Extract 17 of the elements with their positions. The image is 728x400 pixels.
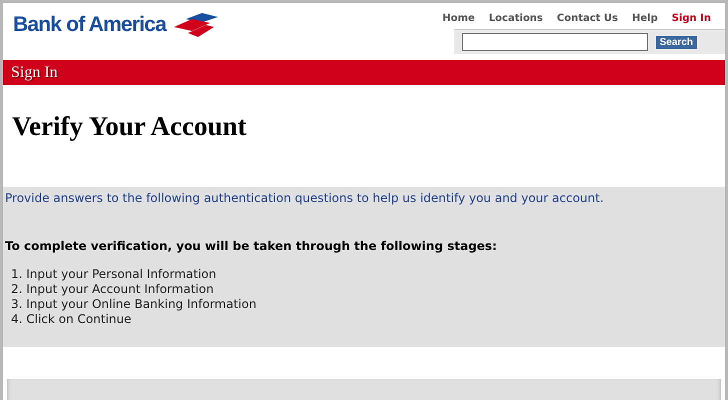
search-button[interactable]: Search — [656, 36, 697, 48]
nav-link[interactable]: Locations — [488, 13, 543, 24]
intro-text: Provide answers to the following authentication questions to help us identify you and your account. — [5, 191, 605, 205]
stage-item: 3. Input your Online Banking Information — [11, 297, 258, 312]
flag-icon — [172, 13, 218, 37]
stage-item: 2. Input your Account Information — [11, 282, 215, 297]
search-field[interactable] — [462, 33, 648, 51]
stages-heading: To complete verification, you will be taken through the following stages: — [5, 239, 498, 253]
logo-text: Bank of America — [13, 13, 166, 37]
stage-item: 4. Click on Continue — [11, 312, 132, 327]
page-title: Verify Your Account — [12, 111, 248, 143]
nav-link[interactable]: Home — [442, 13, 475, 24]
stage-item: 1. Input your Personal Information — [11, 267, 218, 282]
nav-link[interactable]: Help — [632, 13, 658, 24]
section-bar: Sign In — [3, 60, 725, 85]
nav-link[interactable]: Sign In — [672, 13, 711, 24]
nav-link[interactable]: Contact Us — [556, 13, 618, 24]
